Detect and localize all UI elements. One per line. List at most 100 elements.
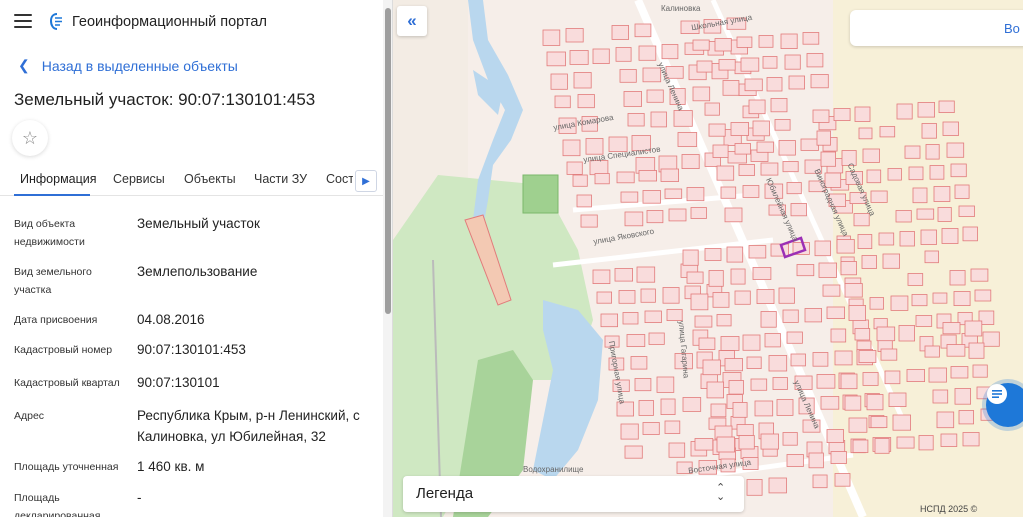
parcel[interactable]: [694, 438, 714, 451]
parcel[interactable]: [880, 348, 898, 361]
parcel[interactable]: [690, 293, 709, 311]
parcel[interactable]: [854, 328, 871, 341]
parcel[interactable]: [941, 228, 959, 244]
parcel[interactable]: [946, 142, 965, 158]
parcel[interactable]: [942, 121, 959, 136]
parcel[interactable]: [744, 78, 763, 92]
parcel[interactable]: [942, 322, 961, 335]
parcel[interactable]: [730, 122, 750, 136]
parcel[interactable]: [650, 111, 667, 128]
parcel[interactable]: [642, 422, 660, 435]
parcel[interactable]: [660, 168, 680, 182]
parcel[interactable]: [921, 123, 937, 139]
map-search-input[interactable]: [850, 10, 1023, 46]
parcel[interactable]: [752, 120, 770, 137]
parcel[interactable]: [664, 188, 683, 199]
parcel[interactable]: [752, 267, 772, 280]
parcel[interactable]: [640, 288, 656, 303]
parcel[interactable]: [646, 89, 664, 103]
parcel[interactable]: [890, 295, 909, 311]
parcel[interactable]: [627, 113, 645, 127]
parcel[interactable]: [906, 369, 926, 383]
parcel[interactable]: [778, 140, 796, 156]
parcel[interactable]: [918, 435, 934, 451]
parcel[interactable]: [844, 283, 863, 298]
parcel[interactable]: [840, 373, 858, 390]
parcel[interactable]: [878, 232, 895, 246]
parcel[interactable]: [924, 250, 939, 264]
parcel[interactable]: [796, 264, 815, 277]
parcel[interactable]: [596, 291, 613, 304]
parcel[interactable]: [742, 334, 761, 351]
parcel[interactable]: [686, 271, 704, 284]
parcel[interactable]: [726, 246, 744, 263]
parcel[interactable]: [774, 119, 791, 131]
parcel[interactable]: [686, 187, 705, 202]
parcel[interactable]: [746, 479, 763, 496]
parcel[interactable]: [816, 374, 836, 389]
parcel[interactable]: [624, 211, 644, 227]
parcel[interactable]: [592, 48, 610, 65]
parcel[interactable]: [742, 185, 760, 198]
map-view[interactable]: Калиновка Школьная улица улица Ленина ул…: [393, 0, 1023, 517]
parcel[interactable]: [954, 388, 972, 405]
parcel[interactable]: [720, 336, 740, 351]
parcel[interactable]: [861, 255, 877, 269]
parcel[interactable]: [594, 173, 610, 185]
parcel[interactable]: [692, 86, 711, 102]
parcel[interactable]: [732, 402, 748, 418]
parcel[interactable]: [904, 145, 921, 159]
parcel[interactable]: [899, 231, 915, 247]
tab-objects[interactable]: Объекты: [184, 172, 236, 186]
parcel[interactable]: [770, 98, 788, 113]
parcel[interactable]: [870, 190, 888, 203]
parcel[interactable]: [740, 57, 760, 72]
parcel[interactable]: [830, 451, 847, 465]
parcel[interactable]: [682, 249, 699, 266]
parcel[interactable]: [949, 270, 966, 286]
parcel[interactable]: [750, 378, 768, 391]
parcel[interactable]: [718, 59, 736, 71]
parcel[interactable]: [898, 325, 916, 342]
parcel[interactable]: [562, 139, 581, 157]
parcel[interactable]: [790, 203, 807, 217]
parcel[interactable]: [816, 130, 831, 146]
parcel[interactable]: [714, 38, 732, 52]
parcel[interactable]: [876, 326, 896, 342]
parcel[interactable]: [661, 44, 679, 60]
parcel[interactable]: [908, 166, 924, 181]
parcel[interactable]: [611, 25, 630, 40]
parcel[interactable]: [692, 39, 710, 51]
parcel[interactable]: [758, 35, 774, 48]
parcel[interactable]: [728, 380, 744, 395]
parcel[interactable]: [958, 205, 975, 217]
parcel[interactable]: [730, 268, 746, 285]
parcel[interactable]: [874, 438, 890, 454]
parcel[interactable]: [790, 353, 806, 367]
parcel[interactable]: [788, 75, 806, 90]
parcel[interactable]: [782, 432, 798, 446]
parcel[interactable]: [928, 367, 947, 383]
back-link[interactable]: ❮ Назад в выделенные объекты: [18, 57, 238, 74]
parcel[interactable]: [812, 352, 829, 367]
parcel[interactable]: [822, 284, 841, 297]
parcel[interactable]: [964, 320, 983, 337]
parcel[interactable]: [958, 410, 975, 425]
parcel[interactable]: [722, 80, 740, 96]
parcel[interactable]: [600, 313, 619, 328]
parcel[interactable]: [854, 106, 871, 122]
parcel[interactable]: [681, 154, 700, 170]
parcel[interactable]: [772, 377, 788, 390]
parcel[interactable]: [706, 381, 725, 399]
parcel[interactable]: [724, 207, 743, 223]
parcel[interactable]: [866, 169, 882, 184]
parcel[interactable]: [572, 174, 588, 187]
parcel[interactable]: [760, 162, 779, 176]
parcel[interactable]: [734, 143, 751, 155]
parcel[interactable]: [634, 378, 652, 392]
parcel[interactable]: [694, 315, 713, 328]
parcel[interactable]: [834, 350, 853, 366]
parcel[interactable]: [870, 416, 888, 429]
parcel[interactable]: [624, 445, 643, 459]
parcel[interactable]: [925, 144, 940, 160]
